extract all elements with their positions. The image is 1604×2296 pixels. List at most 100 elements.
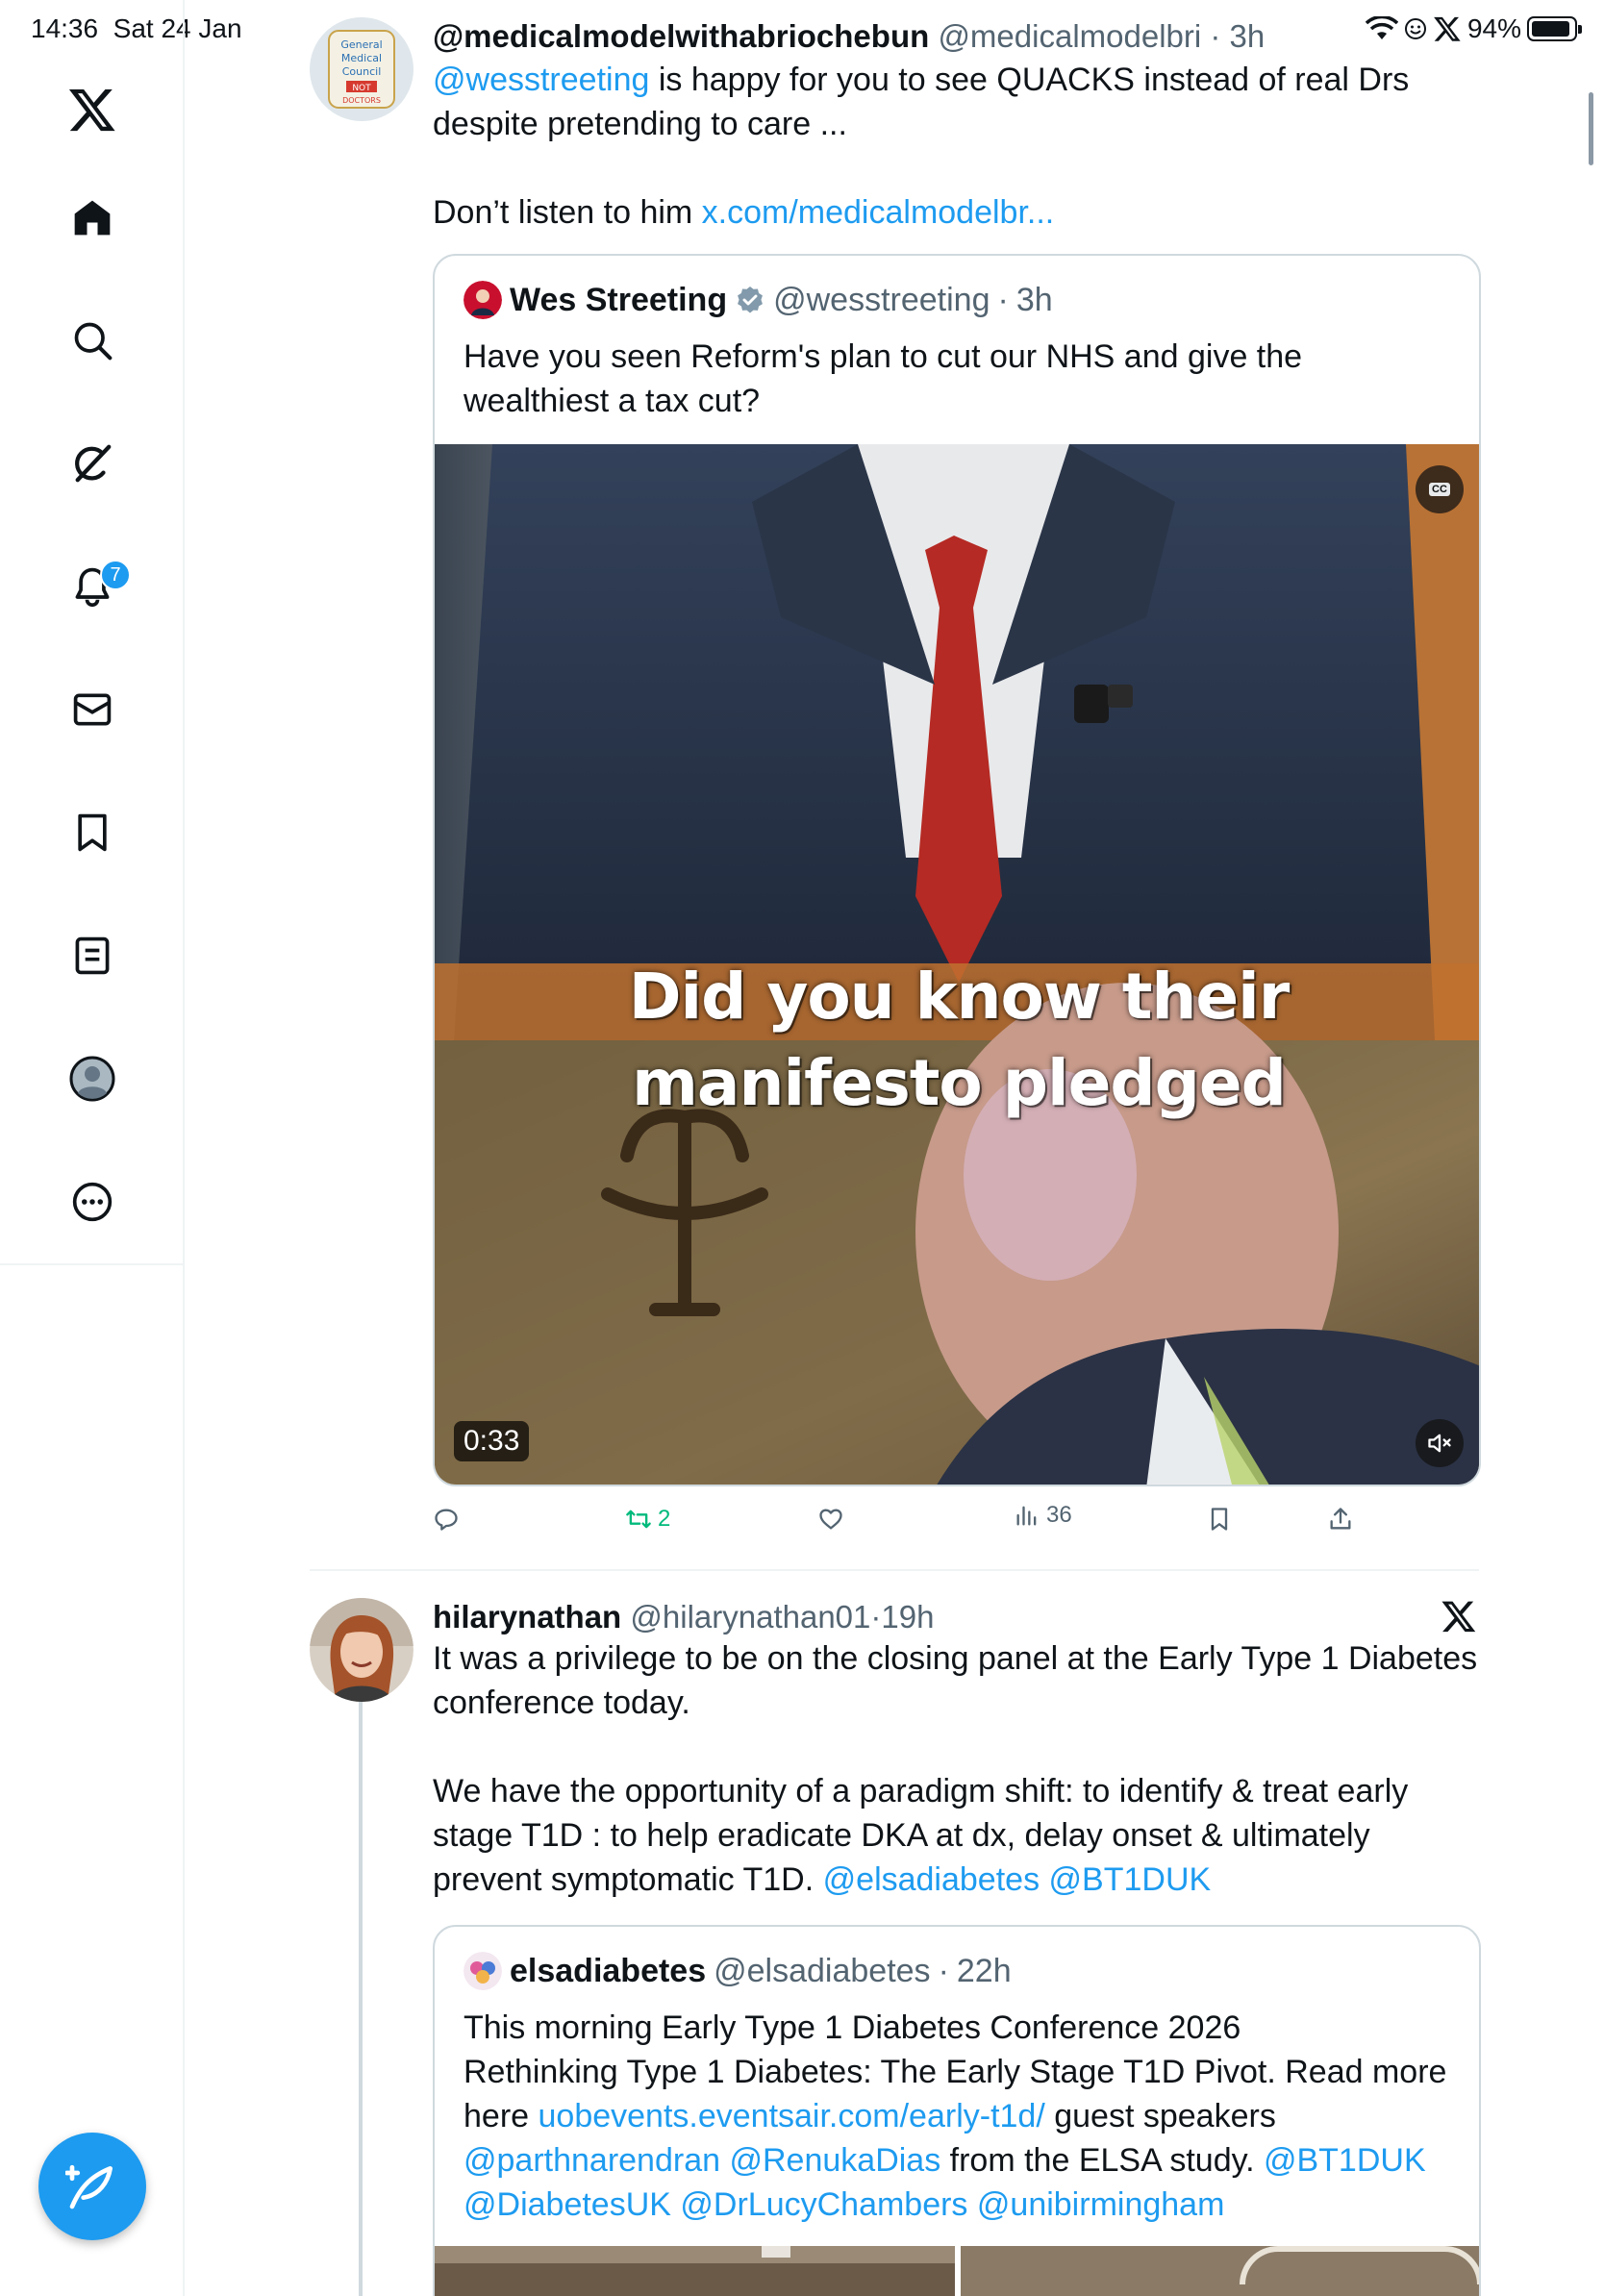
quote-timestamp: 3h	[1015, 281, 1053, 318]
tweet-actions: 2 36	[433, 1502, 1394, 1544]
like-button[interactable]	[817, 1506, 844, 1533]
avatar-text-5: DOCTORS	[342, 96, 381, 105]
timestamp[interactable]: 19h	[881, 1599, 934, 1635]
mention-link[interactable]: @BT1DUK	[1049, 1861, 1212, 1898]
quote-text-3b: guest speakers	[1044, 2098, 1276, 2134]
quote-tweet[interactable]: Wes Streeting @wesstreeting · 3h Have you …	[433, 254, 1481, 1486]
messages-icon[interactable]	[54, 671, 131, 748]
notifications-icon[interactable]: 7	[54, 548, 131, 625]
tweet-header: @medicalmodelwithabriochebun @medicalmod…	[433, 18, 1266, 54]
quote-handle: @elsadiabetes	[714, 1952, 931, 1989]
reply-icon	[435, 1509, 458, 1531]
home-icon[interactable]	[54, 179, 131, 256]
sidebar: 7	[0, 0, 185, 2296]
views-icon	[1016, 1506, 1037, 1526]
quote-avatar	[464, 1952, 502, 1990]
timestamp[interactable]: 3h	[1230, 18, 1266, 54]
url-link[interactable]: x.com/medicalmodelbr...	[702, 194, 1055, 231]
verified-icon	[738, 287, 764, 313]
video-player[interactable]: Did you know their manifesto pledged CC …	[435, 444, 1479, 1485]
mention-link[interactable]: @wesstreeting	[433, 62, 649, 98]
quote-header: elsadiabetes @elsadiabetes · 22h	[464, 1952, 1012, 1990]
tweet-divider	[310, 1569, 1479, 1571]
url-link[interactable]: uobevents.eventsair.com/early-t1d/	[539, 2098, 1045, 2134]
tweet-text-3: We have the opportunity of a paradigm sh…	[433, 1773, 1409, 1809]
quote-text-2: Rethinking Type 1 Diabetes: The Early St…	[464, 2054, 1447, 2090]
bookmark-button[interactable]	[1206, 1506, 1233, 1533]
mention-link[interactable]: @elsadiabetes	[823, 1861, 1040, 1898]
retweet-button[interactable]: 2	[625, 1506, 670, 1533]
tweet-body: hilarynathan @hilarynathan01·19h It was …	[433, 1598, 1481, 1902]
tweet-text: @wesstreeting is happy for you to see QU…	[433, 58, 1481, 235]
speaker-muted-icon	[1428, 1434, 1451, 1453]
tweet-text-1: It was a privilege to be on the closing …	[433, 1640, 1478, 1677]
retweet-icon	[626, 1510, 651, 1529]
tweet-body: @medicalmodelwithabriochebun @medicalmod…	[433, 17, 1481, 235]
avatar[interactable]: General Medical Council NOT DOCTORS	[310, 17, 414, 121]
quote-text-1: Have you seen Reform's plan to cut our N…	[464, 338, 1303, 375]
quote-media-right[interactable]	[961, 2246, 1479, 2296]
tweet-text-4: stage T1D : to help eradicate DKA at dx,…	[433, 1817, 1370, 1854]
views-count: 36	[1046, 1502, 1072, 1528]
heart-icon	[819, 1509, 842, 1530]
quote-avatar	[464, 281, 502, 319]
mute-button[interactable]	[1416, 1419, 1464, 1467]
grok-icon[interactable]	[54, 425, 131, 502]
avatar[interactable]	[310, 1598, 414, 1702]
profile-icon[interactable]	[54, 1040, 131, 1117]
quote-text: Have you seen Reform's plan to cut our N…	[464, 335, 1302, 423]
search-icon[interactable]	[54, 302, 131, 379]
tweet-text-5: prevent symptomatic T1D.	[433, 1861, 823, 1898]
quote-tweet[interactable]: elsadiabetes @elsadiabetes · 22h This morn…	[433, 1925, 1481, 2296]
mention-link[interactable]: @RenukaDias	[729, 2142, 940, 2179]
battery-icon	[1527, 16, 1582, 41]
bookmark-icon	[1211, 1508, 1228, 1531]
share-button[interactable]	[1327, 1506, 1354, 1533]
video-duration: 0:33	[454, 1421, 530, 1461]
tweet-header: hilarynathan @hilarynathan01·19h	[433, 1599, 935, 1635]
quote-header: Wes Streeting @wesstreeting · 3h	[464, 281, 1053, 319]
mention-link[interactable]: @parthnarendran	[464, 2142, 720, 2179]
mention-link[interactable]: @DrLucyChambers	[680, 2186, 967, 2223]
video-caption: Did you know their manifesto pledged	[435, 954, 1479, 1127]
closed-captions-button[interactable]: CC	[1416, 465, 1464, 513]
notifications-badge: 7	[100, 560, 131, 590]
display-name[interactable]: @medicalmodelwithabriochebun	[433, 18, 929, 54]
retweet-count: 2	[658, 1506, 671, 1532]
tweet[interactable]: hilarynathan @hilarynathan01·19h It was …	[310, 1598, 1481, 2296]
tweet-text: It was a privilege to be on the closing …	[433, 1636, 1481, 1902]
share-icon	[1330, 1508, 1351, 1530]
mention-link[interactable]: @unibirmingham	[977, 2186, 1225, 2223]
bookmarks-icon[interactable]	[54, 794, 131, 871]
avatar-text-3: Council	[342, 65, 382, 78]
quote-display-name: elsadiabetes	[510, 1952, 707, 1989]
caption-line-2: manifesto pledged	[632, 1046, 1287, 1120]
compose-button[interactable]	[38, 2133, 146, 2240]
handle[interactable]: @hilarynathan01	[630, 1599, 870, 1635]
quote-text-3: here	[464, 2098, 539, 2134]
handle[interactable]: @medicalmodelbri	[938, 18, 1201, 54]
scrollbar[interactable]	[1589, 92, 1593, 165]
x-logo-icon[interactable]	[1441, 1598, 1479, 1636]
reply-button[interactable]	[433, 1506, 460, 1533]
tweet-text-2: despite pretending to care ...	[433, 106, 847, 142]
tweet-text-2: conference today.	[433, 1685, 690, 1721]
tweet-text-1: is happy for you to see QUACKS instead o…	[649, 62, 1410, 98]
sidebar-divider	[0, 1263, 185, 1265]
quote-handle: @wesstreeting	[773, 281, 990, 318]
more-icon[interactable]	[54, 1163, 131, 1240]
caption-line-1: Did you know their	[628, 960, 1291, 1034]
quote-display-name: Wes Streeting	[510, 281, 728, 318]
quote-timestamp: 22h	[956, 1952, 1012, 1989]
display-name[interactable]: hilarynathan	[433, 1599, 621, 1635]
tweet[interactable]: General Medical Council NOT DOCTORS @med…	[310, 17, 1481, 1556]
quote-text-1: This morning Early Type 1 Diabetes Confe…	[464, 2009, 1241, 2046]
mention-link[interactable]: @BT1DUK	[1264, 2142, 1426, 2179]
lists-icon[interactable]	[54, 917, 131, 994]
views-button[interactable]: 36	[1014, 1502, 1072, 1529]
quote-media-left[interactable]	[435, 2246, 955, 2296]
quote-text-4: from the ELSA study.	[940, 2142, 1264, 2179]
compose-feather-icon	[65, 2164, 113, 2209]
mention-link[interactable]: @DiabetesUK	[464, 2186, 671, 2223]
x-logo-icon[interactable]	[54, 71, 131, 148]
